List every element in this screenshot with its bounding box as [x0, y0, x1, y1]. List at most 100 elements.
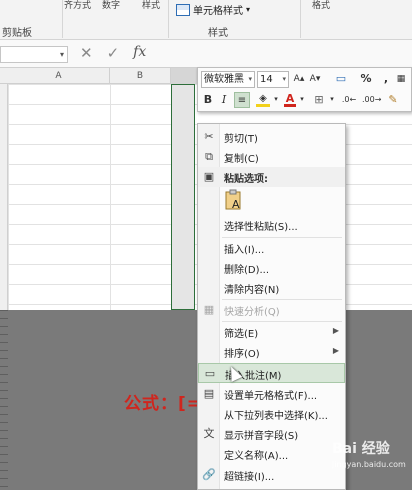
- menu-item-label: 设置单元格格式(F)...: [224, 391, 318, 402]
- menu-item-format-cells[interactable]: ▤ 设置单元格格式(F)...: [198, 384, 345, 404]
- scissors-icon: ✂: [204, 130, 214, 143]
- menu-item-label: 排序(O): [224, 349, 260, 360]
- menu-item-label: 粘贴选项:: [224, 174, 268, 185]
- menu-item-label: 定义名称(A)...: [224, 451, 289, 462]
- quick-analysis-icon: ▦: [203, 303, 215, 316]
- increase-font-icon[interactable]: A▴: [293, 71, 305, 87]
- menu-item-hyperlink[interactable]: 🔗 超链接(I)...: [198, 465, 345, 485]
- chevron-down-icon[interactable]: ▾: [282, 72, 286, 87]
- font-size-box[interactable]: 14 ▾: [257, 71, 289, 88]
- watermark-url: jingyan.baidu.com: [332, 460, 406, 469]
- row-header-bar: [0, 310, 8, 490]
- format-painter-brush-icon[interactable]: ✎: [386, 92, 400, 108]
- ribbon-partial-label-styles: 样式: [142, 1, 161, 11]
- context-menu: ✂ 剪切(T) ⧉ 复制(C) ▣ 粘贴选项: A 选择性粘贴(S)... 插入…: [197, 123, 346, 490]
- chevron-down-icon[interactable]: ▾: [298, 91, 306, 107]
- svg-text:A: A: [232, 198, 240, 211]
- menu-item-label: 选择性粘贴(S)...: [224, 222, 298, 233]
- borders-icon[interactable]: ⊞: [312, 92, 326, 108]
- ribbon-partial-label-format: 格式: [312, 1, 331, 11]
- menu-item-delete[interactable]: 删除(D)...: [198, 258, 345, 278]
- paste-options-icon: ▣: [203, 170, 215, 183]
- chevron-down-icon: ▾: [246, 5, 251, 14]
- fill-color-icon[interactable]: ◈: [256, 91, 270, 107]
- formula-caption: 公式：[=: [124, 394, 203, 414]
- menu-item-label: 超链接(I)...: [224, 472, 275, 483]
- menu-item-label: 快速分析(Q): [224, 307, 280, 318]
- clipboard-group-label: 剪贴板: [2, 28, 32, 39]
- menu-item-insert[interactable]: 插入(I)...: [198, 238, 345, 258]
- percent-style-button[interactable]: %: [360, 71, 372, 87]
- menu-item-filter[interactable]: 筛选(E) ▶: [198, 322, 345, 342]
- ribbon-separator: [62, 0, 63, 38]
- ribbon-separator: [168, 0, 169, 38]
- styles-group-label: 样式: [208, 28, 228, 39]
- row-header-bar: [0, 84, 8, 310]
- name-box[interactable]: ▾: [0, 46, 68, 63]
- format-cells-icon: ▤: [203, 387, 215, 400]
- submenu-arrow-icon: ▶: [332, 346, 339, 355]
- menu-item-paste-special[interactable]: 选择性粘贴(S)...: [198, 215, 345, 235]
- align-center-icon[interactable]: ≡: [234, 92, 250, 108]
- mini-toolbar: 微软雅黑 ▾ 14 ▾ A▴ A▾ ▭ % , ▦ B I ≡ ◈ ▾ A ▾ …: [197, 67, 412, 112]
- menu-item-label: 删除(D)...: [224, 265, 270, 276]
- phonetic-icon: 文: [203, 427, 215, 440]
- menu-item-label: 从下拉列表中选择(K)...: [224, 411, 328, 422]
- chevron-down-icon[interactable]: ▾: [272, 91, 280, 107]
- format-painter-icon[interactable]: ▦: [395, 71, 407, 87]
- menu-item-quick-analysis[interactable]: ▦ 快速分析(Q): [198, 300, 345, 320]
- cell-styles-button[interactable]: 单元格样式 ▾: [176, 2, 250, 17]
- comma-style-button[interactable]: ,: [381, 71, 391, 87]
- ribbon-partial-label-alignment: 齐方式: [64, 1, 92, 11]
- menu-item-label: 筛选(E): [224, 329, 259, 340]
- menu-item-clear-contents[interactable]: 清除内容(N): [198, 278, 345, 298]
- ribbon-separator: [300, 0, 301, 38]
- ribbon: 齐方式 数字 样式 格式 单元格样式 ▾ 剪贴板 样式: [0, 0, 412, 40]
- watermark: Bai 经验 jingyan.baidu.com: [332, 438, 412, 469]
- menu-item-copy[interactable]: ⧉ 复制(C): [198, 147, 345, 167]
- menu-item-insert-comment[interactable]: ▭ 插入批注(M): [198, 363, 345, 383]
- menu-item-define-name[interactable]: 定义名称(A)...: [198, 444, 345, 464]
- italic-button[interactable]: I: [218, 92, 230, 108]
- watermark-logo: Bai 经验: [332, 441, 390, 457]
- font-size-value: 14: [260, 74, 273, 85]
- menu-item-cut[interactable]: ✂ 剪切(T): [198, 127, 345, 147]
- cell-styles-label: 单元格样式: [193, 6, 243, 17]
- menu-item-sort[interactable]: 排序(O) ▶: [198, 342, 345, 362]
- cancel-icon[interactable]: ✕: [80, 44, 93, 62]
- chevron-down-icon[interactable]: ▾: [248, 72, 252, 87]
- confirm-icon[interactable]: ✓: [107, 44, 120, 62]
- font-color-icon[interactable]: A: [284, 91, 296, 107]
- menu-item-pick-from-list[interactable]: 从下拉列表中选择(K)...: [198, 404, 345, 424]
- font-name-value: 微软雅黑: [204, 74, 244, 85]
- paste-icon[interactable]: A: [224, 189, 244, 211]
- decrease-decimal-icon[interactable]: .00→: [362, 92, 381, 108]
- column-header-selected[interactable]: [171, 68, 197, 84]
- font-name-box[interactable]: 微软雅黑 ▾: [201, 71, 255, 88]
- menu-item-show-phonetic[interactable]: 文 显示拼音字段(S): [198, 424, 345, 444]
- number-format-icon[interactable]: ▭: [334, 71, 348, 87]
- copy-icon: ⧉: [205, 150, 213, 163]
- column-header-a[interactable]: A: [8, 68, 110, 84]
- selected-range[interactable]: [171, 84, 195, 310]
- column-header-b[interactable]: B: [110, 68, 171, 84]
- insert-comment-icon: ▭: [204, 367, 216, 380]
- grid-divider: [110, 84, 111, 310]
- menu-item-label: 显示拼音字段(S): [224, 431, 299, 442]
- ribbon-partial-label-number: 数字: [102, 1, 121, 11]
- formula-bar: ▾ ✕ ✓ fx: [0, 40, 412, 68]
- menu-item-label: 插入(I)...: [224, 245, 265, 256]
- menu-item-label: 复制(C): [224, 154, 259, 165]
- submenu-arrow-icon: ▶: [332, 326, 339, 335]
- menu-item-label: 清除内容(N): [224, 285, 280, 296]
- cell-styles-icon: [176, 3, 190, 16]
- bold-button[interactable]: B: [202, 92, 214, 108]
- chevron-down-icon[interactable]: ▾: [328, 91, 336, 107]
- menu-item-label: 剪切(T): [224, 134, 258, 145]
- hyperlink-icon: 🔗: [202, 468, 216, 481]
- menu-item-paste-options: ▣ 粘贴选项:: [198, 167, 345, 187]
- decrease-font-icon[interactable]: A▾: [309, 71, 321, 87]
- increase-decimal-icon[interactable]: .0←: [340, 92, 358, 108]
- insert-function-icon[interactable]: fx: [133, 44, 146, 62]
- chevron-down-icon[interactable]: ▾: [60, 50, 64, 59]
